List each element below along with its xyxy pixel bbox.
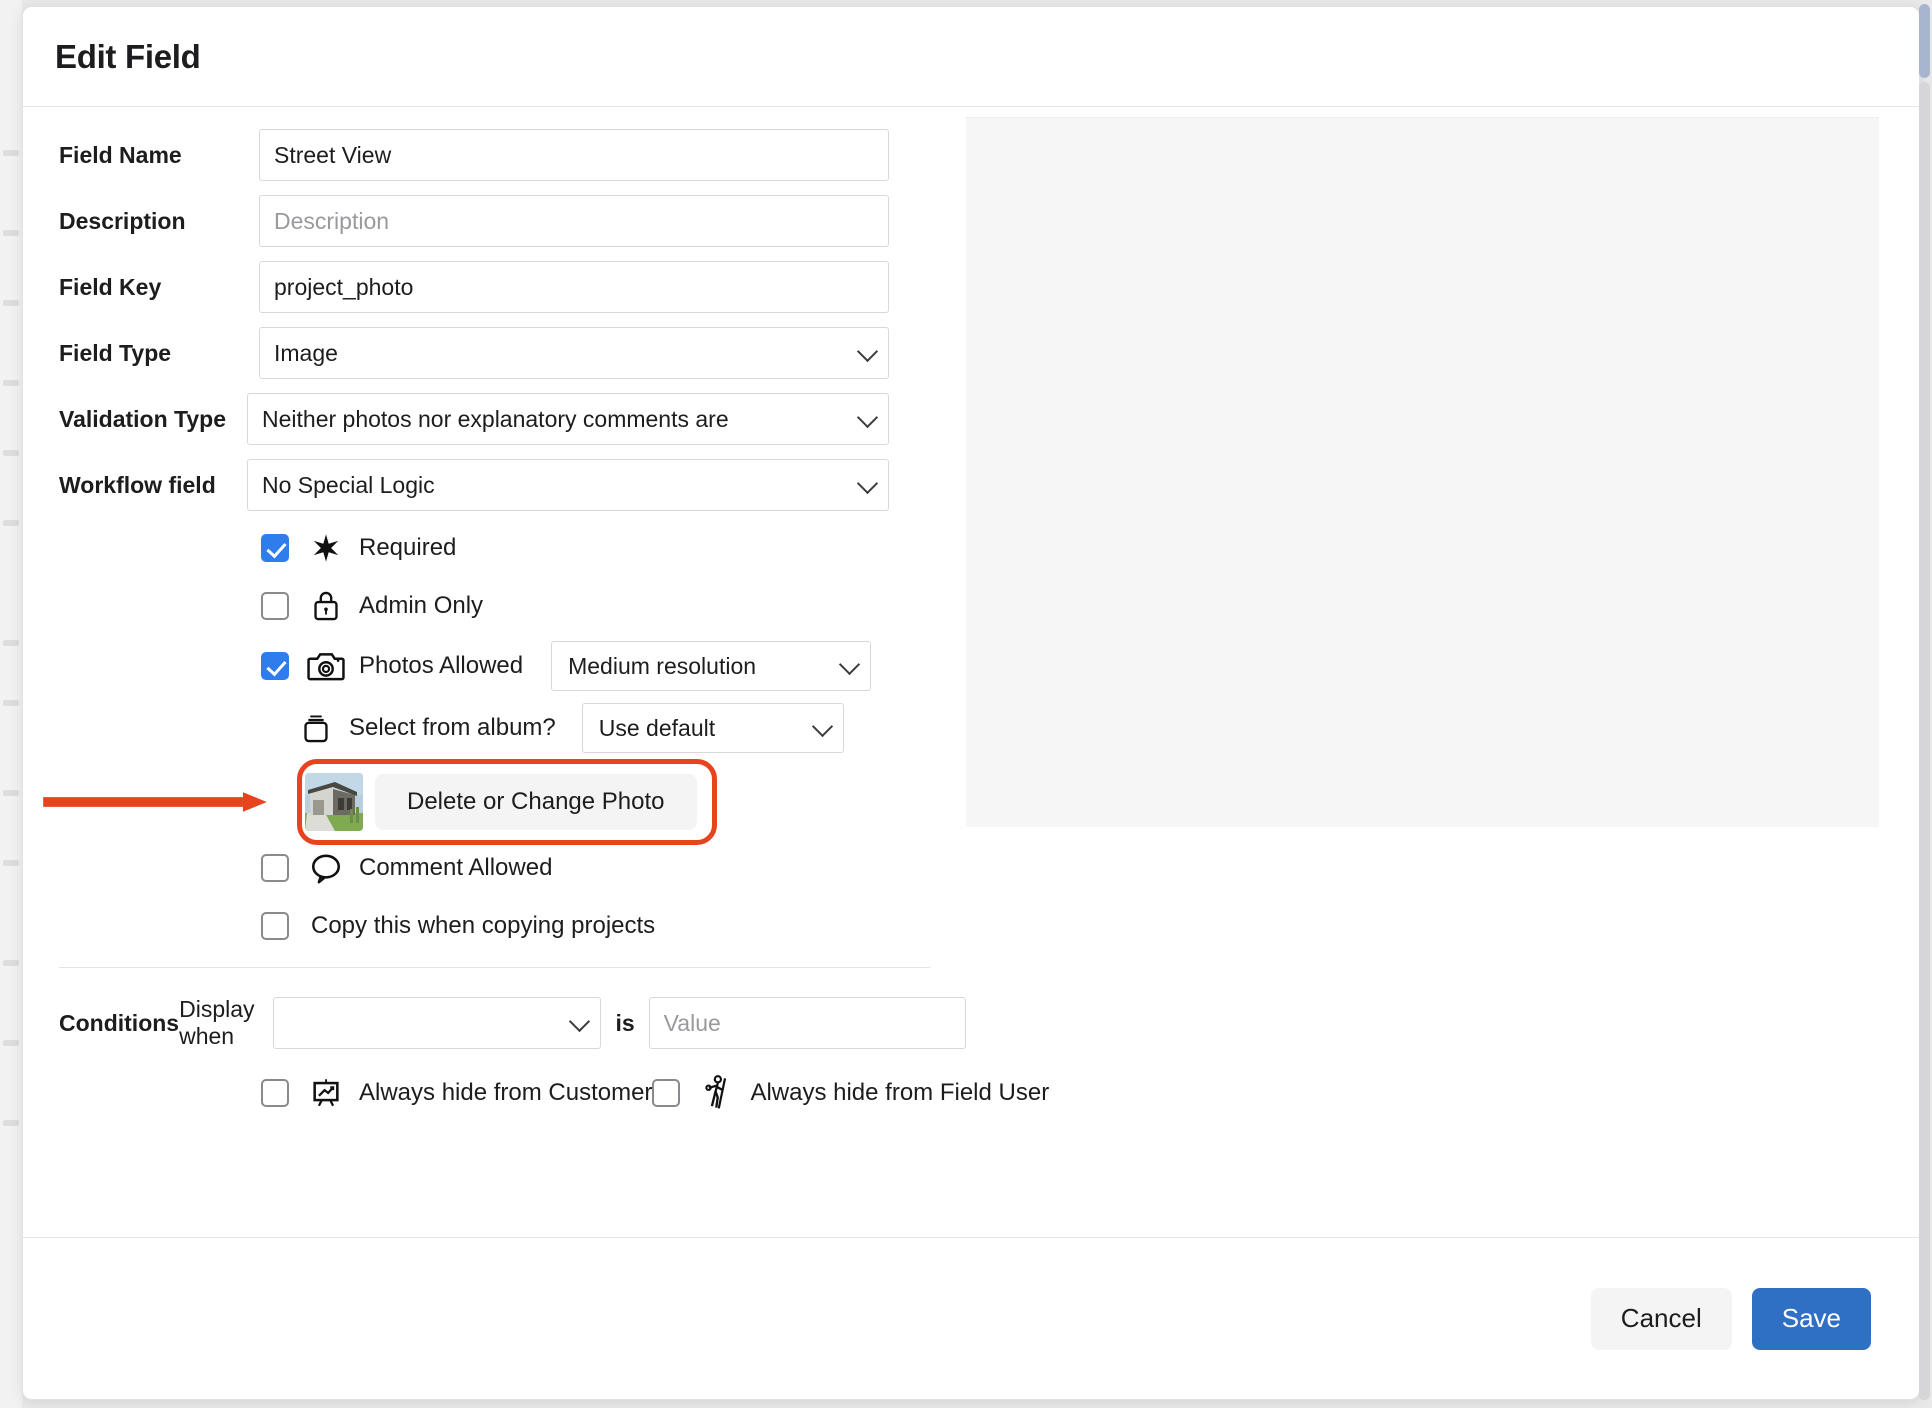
required-row: Required [23, 525, 966, 571]
copy-when-copying-label: Copy this when copying projects [311, 912, 655, 940]
hide-from-customer-checkbox[interactable] [261, 1079, 289, 1107]
description-label: Description [59, 208, 259, 235]
modal-header: Edit Field [23, 7, 1919, 107]
photo-thumbnail[interactable] [305, 773, 363, 831]
modal-footer: Cancel Save [23, 1237, 1919, 1399]
page-title: Edit Field [55, 38, 201, 76]
page-scrollbar[interactable] [1919, 4, 1930, 1404]
chevron-down-icon [857, 407, 878, 428]
hide-from-customer-label: Always hide from Customer [359, 1079, 652, 1107]
chevron-down-icon [839, 654, 860, 675]
comment-allowed-checkbox[interactable] [261, 854, 289, 882]
photo-resolution-value: Medium resolution [568, 653, 756, 680]
field-key-row: Field Key project_photo [23, 261, 966, 313]
chevron-down-icon [812, 716, 833, 737]
hide-from-field-user-label: Always hide from Field User [750, 1079, 1049, 1107]
validation-type-label: Validation Type [59, 406, 247, 433]
field-name-row: Field Name Street View [23, 129, 966, 181]
lock-icon [305, 585, 347, 627]
validation-type-value: Neither photos nor explanatory comments … [262, 406, 729, 433]
condition-value-input[interactable]: Value [649, 997, 966, 1049]
description-placeholder: Description [274, 208, 389, 235]
validation-type-row: Validation Type Neither photos nor expla… [23, 393, 966, 445]
hide-from-field-user-checkbox[interactable] [652, 1079, 680, 1107]
photos-allowed-checkbox[interactable] [261, 652, 289, 680]
photo-resolution-select[interactable]: Medium resolution [551, 641, 871, 691]
required-label: Required [359, 534, 456, 562]
chevron-down-icon [857, 473, 878, 494]
comment-allowed-row: Comment Allowed [23, 845, 966, 891]
conditions-label: Conditions [59, 1010, 179, 1037]
select-from-album-label: Select from album? [349, 714, 556, 742]
admin-only-checkbox[interactable] [261, 592, 289, 620]
comment-icon [305, 847, 347, 889]
screen: Edit Field Field Name Street View Descri… [0, 0, 1932, 1408]
field-name-label: Field Name [59, 142, 259, 169]
star-icon [305, 527, 347, 569]
edit-field-modal: Edit Field Field Name Street View Descri… [22, 6, 1920, 1400]
admin-only-label: Admin Only [359, 592, 483, 620]
workflow-field-select[interactable]: No Special Logic [247, 459, 889, 511]
validation-type-select[interactable]: Neither photos nor explanatory comments … [247, 393, 889, 445]
field-name-input[interactable]: Street View [259, 129, 889, 181]
chevron-down-icon [857, 341, 878, 362]
chevron-down-icon [569, 1011, 590, 1032]
field-name-value: Street View [274, 142, 391, 169]
condition-value-placeholder: Value [664, 1010, 721, 1037]
delete-or-change-photo-button[interactable]: Delete or Change Photo [375, 774, 697, 830]
workflow-field-label: Workflow field [59, 472, 247, 499]
section-divider [59, 967, 930, 968]
copy-when-copying-checkbox[interactable] [261, 912, 289, 940]
field-type-row: Field Type Image [23, 327, 966, 379]
cancel-button[interactable]: Cancel [1591, 1288, 1732, 1350]
field-key-input[interactable]: project_photo [259, 261, 889, 313]
modal-body: Field Name Street View Description Descr… [23, 107, 1919, 1237]
copy-when-copying-row: Copy this when copying projects [23, 903, 966, 949]
scrollbar-track[interactable] [1919, 82, 1930, 1400]
camera-icon [305, 645, 347, 687]
conditions-row: Conditions Display when is Value [23, 996, 966, 1050]
display-when-label: Display when [179, 996, 254, 1050]
presentation-chart-icon [305, 1072, 347, 1114]
background-page [0, 0, 22, 1408]
workflow-field-row: Workflow field No Special Logic [23, 459, 966, 511]
delete-or-change-photo-label: Delete or Change Photo [407, 788, 665, 816]
field-worker-icon [696, 1072, 738, 1114]
photos-allowed-label: Photos Allowed [359, 652, 523, 680]
photo-row: Delete or Change Photo [23, 765, 966, 839]
field-key-value: project_photo [274, 274, 413, 301]
field-key-label: Field Key [59, 274, 259, 301]
select-from-album-select[interactable]: Use default [582, 703, 844, 753]
required-checkbox[interactable] [261, 534, 289, 562]
hide-options-row: Always hide from Customer [23, 1072, 966, 1114]
display-when-select[interactable] [273, 997, 602, 1049]
field-type-select[interactable]: Image [259, 327, 889, 379]
field-type-label: Field Type [59, 340, 259, 367]
description-row: Description Description [23, 195, 966, 247]
select-from-album-value: Use default [599, 715, 715, 742]
admin-only-row: Admin Only [23, 583, 966, 629]
is-label: is [615, 1010, 634, 1037]
description-input[interactable]: Description [259, 195, 889, 247]
scrollbar-thumb[interactable] [1919, 4, 1930, 78]
save-button[interactable]: Save [1752, 1288, 1871, 1350]
preview-panel [966, 117, 1879, 827]
select-from-album-row: Select from album? Use default [23, 703, 966, 753]
annotation-arrow-icon [41, 791, 269, 813]
workflow-field-value: No Special Logic [262, 472, 435, 499]
album-icon [295, 707, 337, 749]
field-type-value: Image [274, 340, 338, 367]
form-column: Field Name Street View Description Descr… [23, 107, 966, 1114]
comment-allowed-label: Comment Allowed [359, 854, 552, 882]
photos-allowed-row: Photos Allowed Medium resolution [23, 641, 966, 691]
